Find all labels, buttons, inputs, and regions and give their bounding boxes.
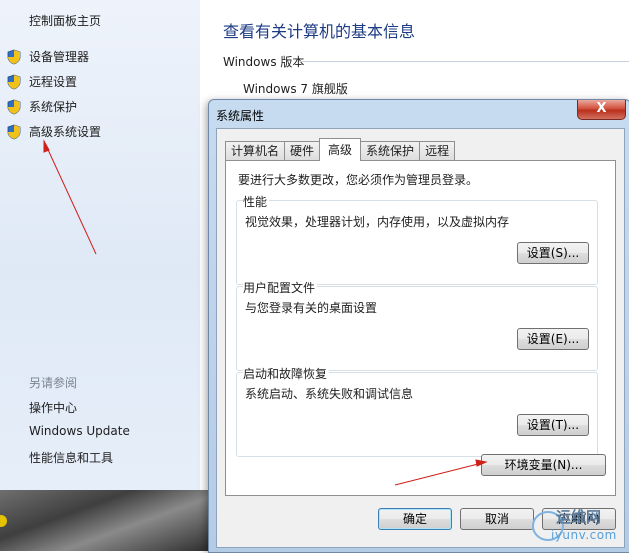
group-description: 视觉效果，处理器计划，内存使用，以及虚拟内存 [245, 215, 510, 229]
user-profiles-settings-button[interactable]: 设置(E)... [517, 328, 589, 350]
group-title: 启动和故障恢复 [243, 365, 330, 382]
dialog-body: 计算机名 硬件 高级 系统保护 远程 要进行大多数更改，您必须作为管理员登录。 … [216, 128, 625, 548]
system-properties-dialog: 系统属性 X 计算机名 硬件 高级 系统保护 远程 要进行大多数更改，您必须作为… [208, 99, 629, 553]
system-protection-link[interactable]: 系统保护 [6, 98, 77, 115]
nav-link-label: 高级系统设置 [29, 125, 102, 139]
watermark-url: iyunv.com [551, 528, 617, 542]
performance-settings-button[interactable]: 设置(S)... [517, 242, 589, 264]
group-description: 系统启动、系统失败和调试信息 [245, 387, 414, 401]
nav-link-label: 系统保护 [29, 100, 78, 114]
windows-edition-value: Windows 7 旗舰版 [243, 82, 348, 96]
nav-link-label: 远程设置 [29, 75, 78, 89]
remote-settings-link[interactable]: 远程设置 [6, 73, 77, 90]
tab-strip: 计算机名 硬件 高级 系统保护 远程 [225, 138, 456, 161]
ok-button[interactable]: 确定 [378, 508, 452, 530]
dialog-title: 系统属性 [216, 109, 265, 123]
group-description: 与您登录有关的桌面设置 [245, 301, 378, 315]
uac-shield-icon [7, 49, 21, 64]
nav-link-label: 设备管理器 [29, 50, 90, 64]
watermark-text: 运维网 [556, 508, 602, 526]
group-title: 性能 [243, 193, 270, 210]
windows-update-link[interactable]: Windows Update [29, 424, 130, 438]
cancel-button[interactable]: 取消 [460, 508, 534, 530]
advanced-system-settings-link[interactable]: 高级系统设置 [6, 123, 101, 140]
startup-recovery-group: 启动和故障恢复 系统启动、系统失败和调试信息 设置(T)... [236, 365, 598, 457]
uac-shield-icon [7, 99, 21, 114]
control-panel-home-link[interactable]: 控制面板主页 [29, 12, 101, 29]
close-button[interactable]: X [577, 100, 626, 120]
left-navigation-pane: 控制面板主页 设备管理器 远程设置 系统保护 高级系统设置 另请参阅 操作中心 … [0, 0, 200, 490]
advanced-tab-panel: 要进行大多数更改，您必须作为管理员登录。 性能 视觉效果，处理器计划，内存使用，… [225, 160, 616, 496]
tab-advanced[interactable]: 高级 [319, 138, 362, 161]
startup-recovery-settings-button[interactable]: 设置(T)... [517, 414, 589, 436]
tab-computer-name[interactable]: 计算机名 [225, 141, 286, 161]
section-divider [300, 61, 629, 62]
performance-group: 性能 视觉效果，处理器计划，内存使用，以及虚拟内存 设置(S)... [236, 193, 598, 285]
group-title: 用户配置文件 [243, 279, 318, 296]
tab-system-protection[interactable]: 系统保护 [360, 141, 421, 161]
tab-hardware[interactable]: 硬件 [284, 141, 321, 161]
uac-shield-icon [7, 124, 21, 139]
see-also-heading: 另请参阅 [29, 376, 78, 390]
tab-remote[interactable]: 远程 [419, 141, 456, 161]
admin-note: 要进行大多数更改，您必须作为管理员登录。 [238, 173, 479, 187]
page-title: 查看有关计算机的基本信息 [223, 22, 416, 41]
action-center-link[interactable]: 操作中心 [29, 399, 77, 416]
user-profiles-group: 用户配置文件 与您登录有关的桌面设置 设置(E)... [236, 279, 598, 371]
windows-edition-section-label: Windows 版本 [223, 55, 305, 69]
device-manager-link[interactable]: 设备管理器 [6, 48, 89, 65]
uac-shield-icon [7, 74, 21, 89]
environment-variables-button[interactable]: 环境变量(N)... [481, 454, 606, 476]
performance-tools-link[interactable]: 性能信息和工具 [29, 449, 113, 466]
desktop-background [0, 490, 215, 551]
